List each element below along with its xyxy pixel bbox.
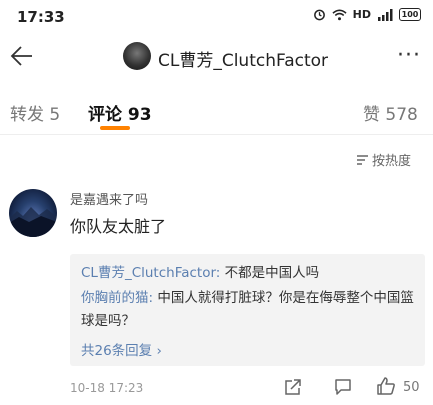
wifi-icon	[332, 9, 347, 20]
view-more-replies-link[interactable]: 共26条回复 ›	[81, 339, 162, 359]
tab-likes[interactable]: 赞 578	[363, 100, 418, 125]
status-icons: HD 100	[313, 8, 421, 21]
reply-text: 不都是中国人吗	[220, 265, 320, 281]
reply-author[interactable]: 你胸前的猫:	[81, 290, 153, 306]
like-count: 50	[403, 380, 420, 395]
comment-timestamp: 10-18 17:23	[70, 381, 144, 395]
reply-item[interactable]: 你胸前的猫: 中国人就得打脏球？你是在侮辱整个中国篮球是吗？	[81, 287, 421, 333]
sort-by-heat-button[interactable]: 按热度	[356, 150, 411, 169]
reply-item[interactable]: CL曹芳_ClutchFactor: 不都是中国人吗	[81, 261, 319, 281]
status-time: 17:33	[17, 8, 65, 26]
comment-icon[interactable]	[334, 378, 352, 396]
network-label: HD	[352, 8, 371, 21]
page-title: CL曹芳_ClutchFactor	[158, 51, 329, 71]
signal-icon	[378, 8, 393, 21]
alarm-icon	[313, 9, 325, 21]
comment-text: 你队友太脏了	[70, 217, 167, 236]
battery-icon: 100	[399, 8, 421, 21]
commenter-avatar[interactable]	[9, 189, 57, 237]
tab-repost[interactable]: 转发 5	[10, 100, 60, 125]
tab-divider	[0, 134, 433, 135]
tab-comments[interactable]: 评论 93	[88, 100, 152, 125]
active-tab-indicator	[100, 126, 130, 130]
comment-author[interactable]: 是嘉遇来了吗	[70, 189, 148, 208]
more-options-icon[interactable]: ···	[397, 43, 421, 68]
avatar-landscape-icon	[9, 207, 57, 237]
user-avatar[interactable]	[123, 42, 151, 70]
back-arrow-icon[interactable]	[8, 42, 36, 70]
sort-label: 按热度	[372, 154, 412, 169]
thumbs-up-icon[interactable]	[376, 376, 396, 396]
sort-icon	[357, 154, 368, 165]
share-icon[interactable]	[284, 378, 302, 396]
reply-author[interactable]: CL曹芳_ClutchFactor:	[81, 265, 220, 281]
